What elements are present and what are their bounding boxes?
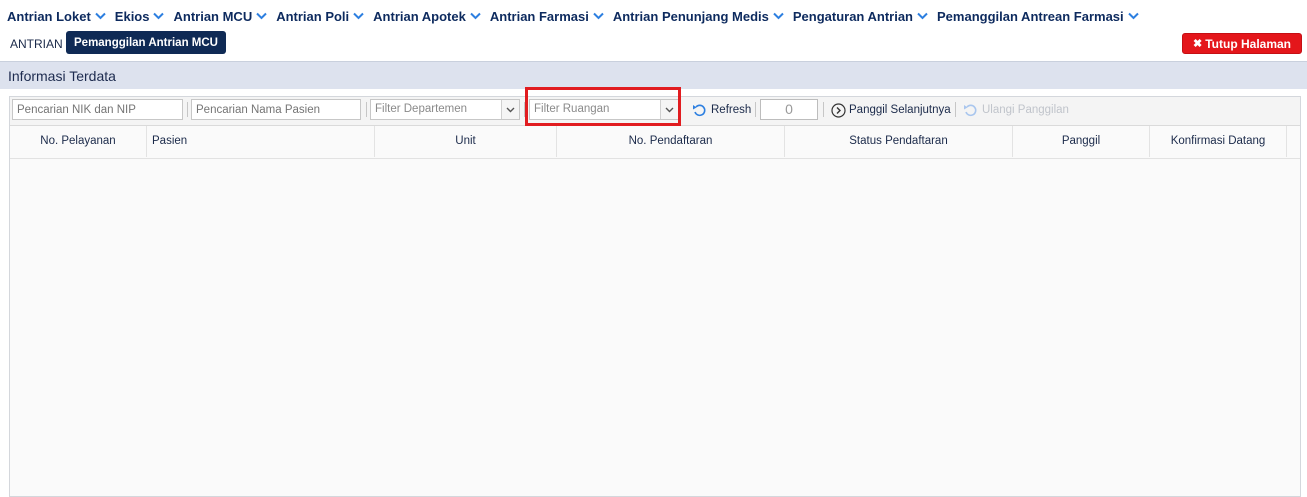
column-header-pasien[interactable]: Pasien — [147, 126, 375, 157]
tutup-halaman-label: Tutup Halaman — [1205, 36, 1291, 51]
column-header-panggil[interactable]: Panggil — [1013, 126, 1150, 157]
nav-antrian-apotek[interactable]: Antrian Apotek — [373, 9, 481, 24]
chevron-down-icon — [353, 12, 364, 20]
filter-departemen-select[interactable]: Filter Departemen — [370, 99, 520, 120]
tab-antrian[interactable]: ANTRIAN — [10, 37, 63, 51]
nav-ekios[interactable]: Ekios — [115, 9, 165, 24]
chevron-down-icon — [95, 12, 106, 20]
column-header-no-pelayanan[interactable]: No. Pelayanan — [10, 126, 147, 157]
nav-antrian-penunjang-medis[interactable]: Antrian Penunjang Medis — [613, 9, 784, 24]
column-header-konfirmasi-datang[interactable]: Konfirmasi Datang — [1150, 126, 1287, 157]
data-grid: Filter Departemen Filter Ruangan Refresh… — [9, 96, 1301, 497]
nav-antrian-loket[interactable]: Antrian Loket — [7, 9, 106, 24]
chevron-down-icon — [470, 12, 481, 20]
toolbar-separator — [366, 102, 367, 117]
panggil-selanjutnya-label: Panggil Selanjutnya — [849, 104, 951, 116]
nav-label: Antrian Poli — [276, 8, 350, 24]
tab-pemanggilan-antrian-mcu[interactable]: Pemanggilan Antrian MCU — [66, 31, 226, 54]
panel-title: Informasi Terdata — [8, 68, 116, 84]
counter-input[interactable]: 0 — [760, 99, 818, 120]
chevron-down-icon — [256, 12, 267, 20]
column-header-no-pendaftaran[interactable]: No. Pendaftaran — [557, 126, 785, 157]
top-navigation: Antrian Loket Ekios Antrian MCU Antrian … — [0, 0, 1307, 32]
column-header-unit[interactable]: Unit — [375, 126, 557, 157]
nav-label: Antrian Farmasi — [489, 8, 589, 24]
refresh-label: Refresh — [711, 104, 752, 116]
nav-label: Antrian Apotek — [373, 8, 466, 24]
refresh-icon — [693, 104, 706, 117]
nav-antrian-mcu[interactable]: Antrian MCU — [173, 9, 267, 24]
toolbar-separator — [755, 102, 756, 117]
filter-ruangan-highlight — [525, 87, 681, 126]
toolbar-separator — [955, 102, 956, 117]
column-header-status-pendaftaran[interactable]: Status Pendaftaran — [785, 126, 1013, 157]
recall-icon — [964, 104, 977, 117]
chevron-down-icon — [917, 12, 928, 20]
nav-antrian-farmasi[interactable]: Antrian Farmasi — [490, 9, 604, 24]
search-nama-input[interactable] — [191, 99, 361, 120]
nav-label: Antrian MCU — [173, 8, 253, 24]
close-icon: ✖ — [1193, 38, 1203, 50]
nav-label: Pemanggilan Antrean Farmasi — [937, 8, 1124, 24]
table-header: No. Pelayanan Pasien Unit No. Pendaftara… — [10, 126, 1300, 159]
nav-pemanggilan-antrean-farmasi[interactable]: Pemanggilan Antrean Farmasi — [937, 9, 1139, 24]
nav-label: Antrian Penunjang Medis — [612, 8, 769, 24]
refresh-button[interactable]: Refresh — [692, 100, 751, 120]
chevron-down-icon — [773, 12, 784, 20]
chevron-down-icon[interactable] — [501, 100, 519, 119]
ulangi-panggilan-label: Ulangi Panggilan — [982, 104, 1069, 116]
chevron-down-icon — [1127, 12, 1139, 20]
nav-pengaturan-antrian[interactable]: Pengaturan Antrian — [793, 9, 928, 24]
nav-label: Ekios — [114, 8, 150, 24]
nav-antrian-poli[interactable]: Antrian Poli — [276, 9, 364, 24]
panel-header: Informasi Terdata — [0, 61, 1307, 89]
chevron-down-icon — [153, 12, 165, 20]
sub-tab-bar: ANTRIAN Pemanggilan Antrian MCU — [0, 30, 1307, 56]
nav-label: Pengaturan Antrian — [792, 8, 914, 24]
filter-departemen-value: Filter Departemen — [375, 103, 468, 115]
panggil-selanjutnya-button[interactable]: Panggil Selanjutnya — [831, 100, 951, 120]
search-nik-input[interactable] — [12, 99, 183, 120]
tutup-halaman-button[interactable]: ✖ Tutup Halaman — [1182, 33, 1302, 54]
nav-label: Antrian Loket — [7, 8, 91, 24]
chevron-down-icon — [593, 12, 604, 20]
next-circle-icon — [831, 102, 846, 118]
ulangi-panggilan-button[interactable]: Ulangi Panggilan — [963, 100, 1069, 120]
toolbar-separator — [187, 102, 188, 117]
toolbar-separator — [823, 102, 824, 117]
